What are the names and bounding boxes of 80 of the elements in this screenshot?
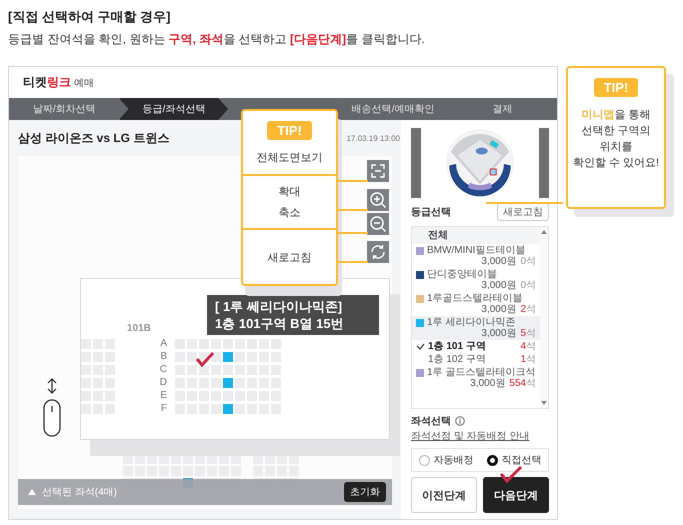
tip-badge: TIP! [594,78,638,97]
check-mark-icon [195,351,215,367]
zoom-in-button[interactable] [367,189,389,211]
refresh-button[interactable] [367,241,389,263]
tip-label: 축소 [278,206,300,220]
logo-caption: 예매 [74,76,94,90]
zone-list-item[interactable]: 1층 102 구역 1석 [412,353,540,366]
instruction-title: [직접 선택하여 구매할 경우] [8,8,172,26]
tip-text: 미니맵을 통해 선택한 구역의 위치를 확인할 수 있어요! [572,108,660,171]
row-label: D [158,378,168,388]
tip-label: 전체도면보기 [256,150,322,164]
row-label: C [158,365,168,375]
grade-list-item[interactable]: 1루 골드스텔라테이크석 3,000원 554석 [412,366,540,390]
tip-label: 새로고침 [268,250,312,264]
expand-icon [28,489,36,495]
grade-price: 3,000원 [481,328,516,339]
seat-select-title: 좌석선택 [411,415,451,428]
event-title: 삼성 라이온즈 vs LG 트윈스 [18,130,170,146]
row-label: E [159,391,168,401]
remaining-count: 4석 [520,341,536,352]
remaining-count: 5석 [520,328,536,339]
selected-seats-label: 선택된 좌석(4매) [42,486,118,499]
scroll-up-icon[interactable] [541,230,547,234]
row-label: F [160,404,168,414]
zone-name: 1층 102 구역 [428,354,487,365]
grade-name: 단디중앙테이블 [427,269,497,280]
info-link[interactable]: 좌석선점 및 자동배정 안내 [411,429,530,443]
minimap-side-bar [539,128,549,198]
radio-option[interactable]: 자동배정 [418,453,474,467]
grade-name: 1루골드스텔라테이블 [427,293,523,304]
minimap-side-bar [411,128,421,198]
grade-list-item[interactable]: 1루골드스텔라테이블 3,000원 2석 [412,292,540,316]
next-step-button[interactable]: 다음단계 [483,477,549,513]
selected-seats-bar[interactable]: 선택된 좌석(4매) 초기화 [18,479,392,505]
grade-list-item[interactable]: 1루 세리다이나믹존 3,000원 5석 [412,316,540,340]
mouse-scroll-icon [42,378,62,438]
remaining-count: 0석 [520,256,536,267]
fullscreen-button[interactable] [367,160,389,182]
remaining-count: 2석 [520,304,536,315]
grade-price: 3,000원 [481,256,516,267]
scroll-down-icon[interactable] [541,401,547,405]
grade-name: BMW/MINI필드테이블 [427,245,526,256]
check-mark-icon [499,465,523,483]
radio-option[interactable]: 직접선택 [486,453,542,467]
event-datetime: 17.03.19 13:00 [346,134,400,142]
grade-name: 1루 골드스텔라테이크석 [427,367,536,378]
grade-select-title: 등급선택 [411,206,451,219]
scrollbar[interactable] [540,227,548,408]
tooltip-zone: [ 1루 쎄리다이나믹존] [215,298,344,315]
reset-button[interactable]: 초기화 [344,482,386,502]
section-label: 101B [127,323,151,334]
seat[interactable] [211,352,221,362]
tip-label: 확대 [278,185,300,199]
grade-list-item[interactable]: 전체 [412,227,540,244]
step-tab[interactable]: 결제 [447,98,557,120]
row-label: B [159,352,168,362]
logo-text: 티켓링크 [23,74,71,91]
radio-button[interactable] [486,454,498,466]
seat[interactable] [199,365,209,375]
grade-price: 3,000원 [481,280,516,291]
previous-step-button[interactable]: 이전단계 [411,477,477,513]
grade-list-item[interactable]: 단디중앙테이블 3,000원 0석 [412,268,540,292]
grade-price: 3,000원 [481,304,516,315]
grade-name: 1루 세리다이나믹존 [427,317,516,328]
remaining-count: 554석 [509,378,536,389]
refresh-button[interactable]: 새로고침 [497,203,549,221]
tip-badge: TIP! [267,121,312,140]
grade-list-item[interactable]: BMW/MINI필드테이블 3,000원 0석 [412,244,540,268]
row-label: A [159,339,168,349]
step-tab[interactable]: 등급/좌석선택 [118,98,228,120]
zone-name: 1층 101 구역 [428,341,487,352]
zone-list-item[interactable]: 1층 101 구역 4석 [412,340,540,353]
remaining-count: 0석 [520,280,536,291]
tooltip-seat: 1층 101구역 B열 15번 [215,315,371,332]
grade-price: 3,000원 [470,378,506,389]
radio-button[interactable] [418,454,430,466]
zoom-out-button[interactable] [367,213,389,235]
instruction-text: 등급별 잔여석을 확인, 원하는 구역, 좌석을 선택하고 [다음단계]를 클릭합니다. [8,31,426,48]
info-icon [455,416,465,426]
remaining-count: 1석 [520,354,536,365]
